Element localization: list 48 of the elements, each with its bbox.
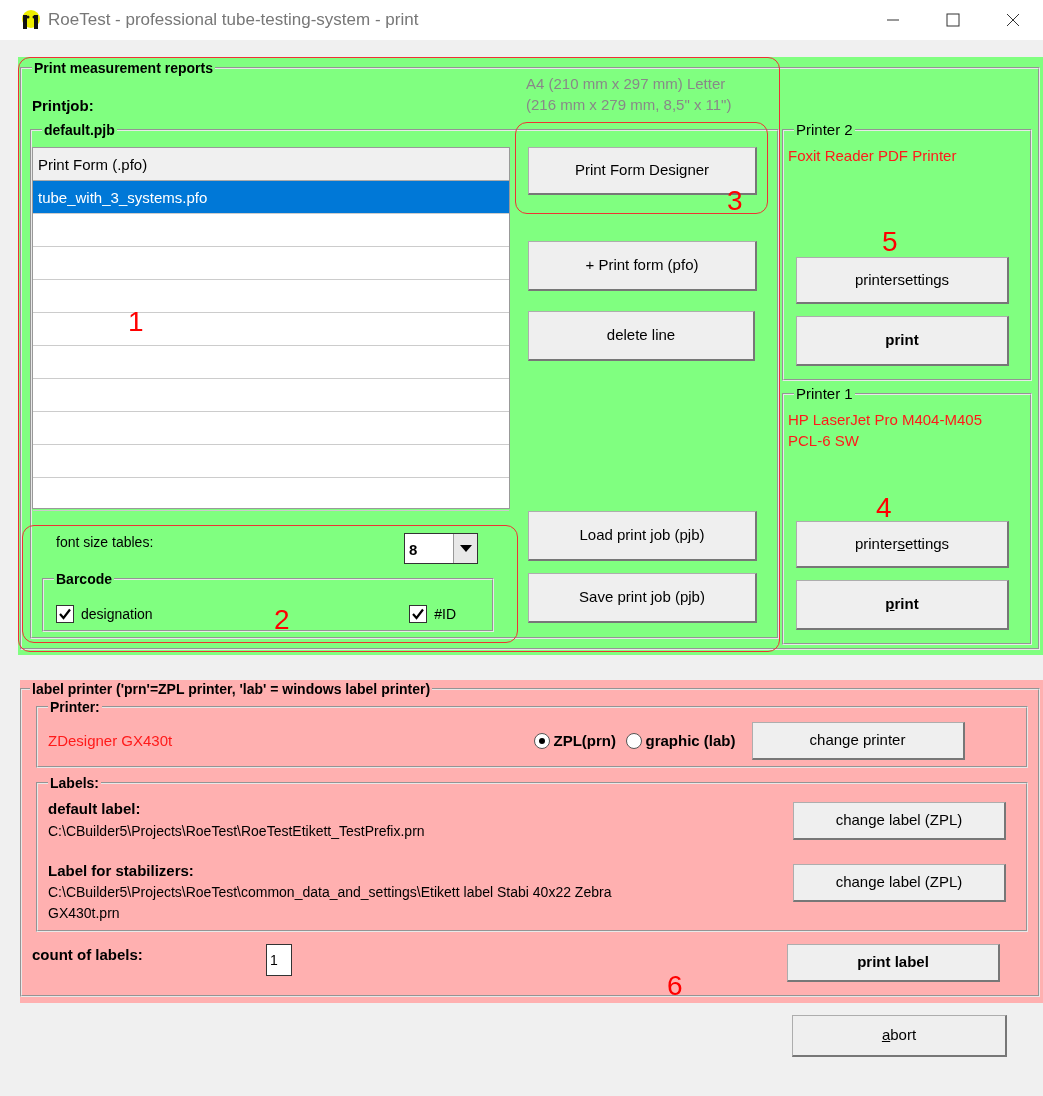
count-label: count of labels: [32,945,144,965]
font-size-dropdown[interactable]: 8 [404,533,478,564]
action-button[interactable]: Save print job (pjb) [528,573,757,623]
action-button[interactable]: delete line [528,311,755,361]
radio-label: ZPL(prn) [553,730,616,751]
printer-name: HP LaserJet Pro M404-M405 PCL-6 SW [788,410,983,451]
file-path: C:\CBuilder5\Projects\RoeTest\RoeTestEtikett_TestPrefix.prn [48,821,426,841]
app-logo-icon [20,9,42,31]
maximize-icon[interactable] [946,13,960,27]
annotation-number: 5 [882,228,898,256]
window-title: RoeTest - professional tube-testing-system - print [48,9,420,32]
section-title: label printer ('prn'=ZPL printer, 'lab' = windows label printer) [30,680,433,698]
font-size-label: font size tables: [56,533,155,552]
print-button[interactable]: print [796,316,1009,366]
checkbox-label: #ID [434,604,456,624]
annotation-number: 2 [274,606,290,634]
printer-settings-button[interactable]: printersettings [796,257,1009,304]
paper-size-note: A4 (210 mm x 297 mm) Letter (216 mm x 279 mm, 8,5" x 11") [526,74,732,115]
printjob-label: Printjob: [32,96,95,116]
print-button[interactable]: print [796,580,1009,630]
list-row[interactable]: tube_with_3_systems.pfo [33,181,509,214]
file-path: C:\CBuilder5\Projects\RoeTest\common_data_and_settings\Etikett label Stabi 40x22 Zebra GX430t.prn [48,883,613,923]
label-title: default label: [48,799,142,819]
radio-button[interactable] [534,733,550,749]
annotation-number: 1 [128,308,144,336]
radio-button[interactable] [626,733,642,749]
print-label-button[interactable]: print label [787,944,1000,982]
checkbox-label: designation [81,604,153,624]
radio-label: graphic (lab) [645,730,736,751]
close-icon[interactable] [1006,13,1020,27]
group-title: default.pjb [42,121,117,139]
count-field[interactable]: 1 [266,944,292,976]
annotation-number: 6 [667,972,683,1000]
printer-name: ZDesigner GX430t [48,730,174,751]
change-printer-button[interactable]: change printer [751,722,965,760]
change-label-button[interactable]: change label (ZPL) [793,863,1006,902]
change-label-button[interactable]: change label (ZPL) [793,802,1006,840]
action-button[interactable]: + Print form (pfo) [528,241,757,291]
column-header: Print Form (.pfo) [33,148,509,181]
checkbox[interactable] [56,605,74,623]
action-button[interactable]: Load print job (pjb) [528,511,757,561]
printer-name: Foxit Reader PDF Printer [788,146,958,166]
section-title: Print measurement reports [32,59,215,77]
checkbox[interactable] [409,605,428,623]
label-title: Label for stabilizers: [48,860,195,881]
annotation-number: 4 [876,494,892,522]
printer-settings-button[interactable]: printersettings [796,521,1009,568]
abort-button[interactable]: abort [792,1015,1007,1057]
